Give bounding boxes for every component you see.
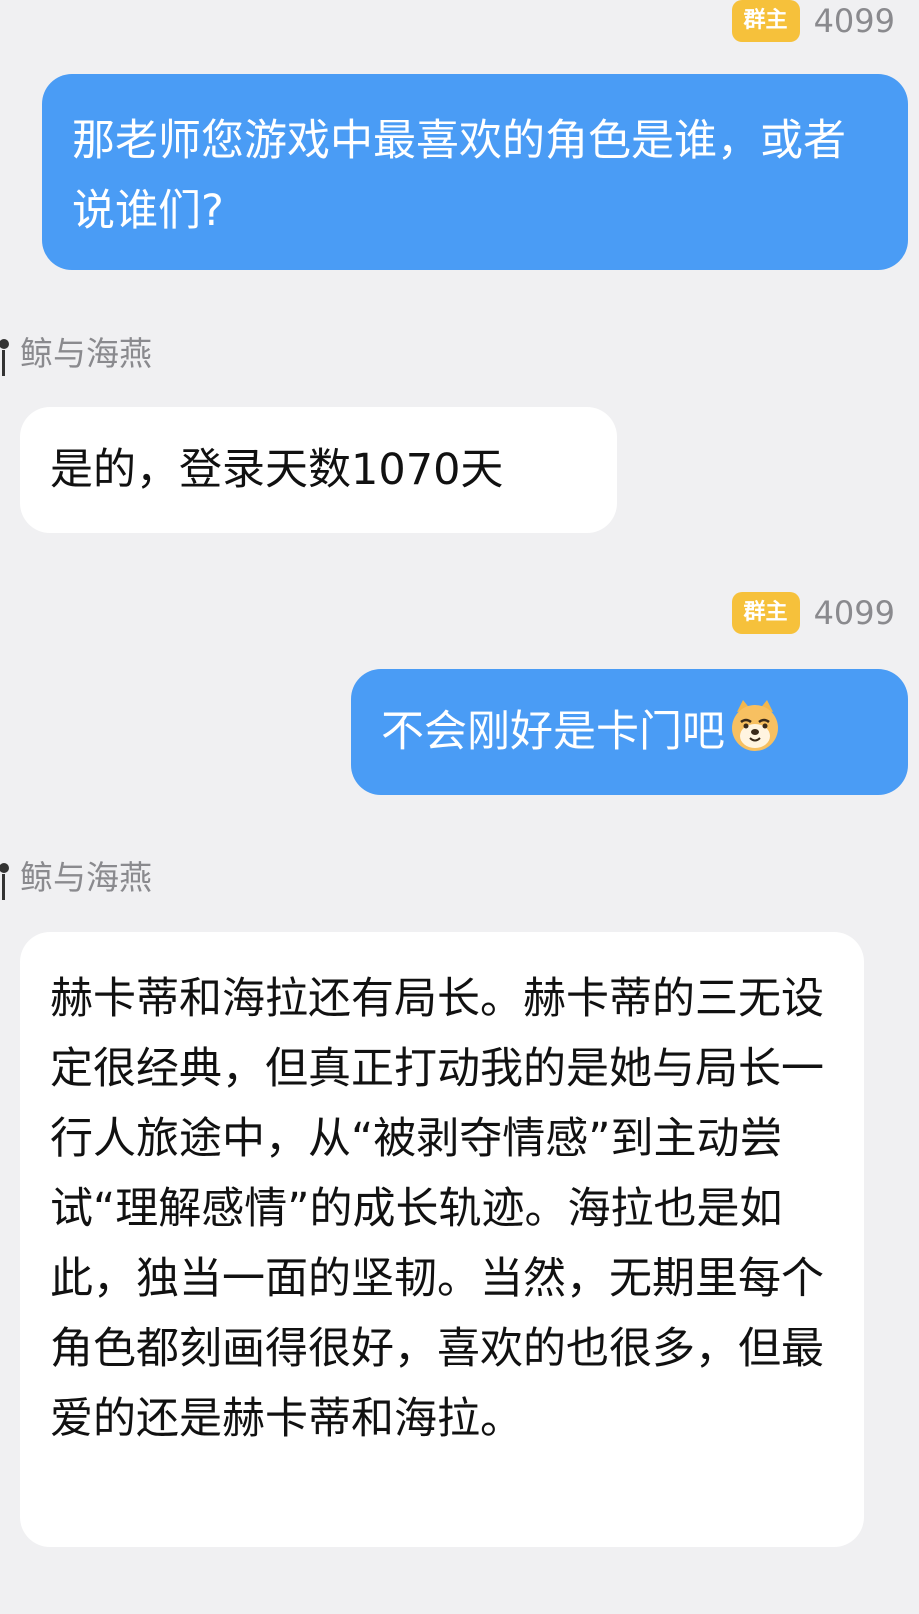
sender-nickname[interactable]: 4099	[814, 593, 895, 633]
outgoing-message-bubble[interactable]: 不会刚好是卡门吧	[351, 669, 908, 795]
message-text: 是的，登录天数1070天	[50, 445, 504, 495]
incoming-message-bubble[interactable]: 赫卡蒂和海拉还有局长。赫卡蒂的三无设定很经典，但真正打动我的是她与局长一行人旅途…	[20, 932, 864, 1547]
message-text: 不会刚好是卡门吧	[381, 707, 725, 757]
avatar-edge-icon[interactable]	[0, 330, 20, 378]
sender-header: 鲸与海燕	[0, 330, 152, 378]
message-text: 那老师您游戏中最喜欢的角色是谁，或者说谁们?	[72, 116, 846, 236]
sender-name[interactable]: 鲸与海燕	[20, 332, 152, 376]
dog-sticker-emoji	[732, 700, 778, 751]
sender-header: 鲸与海燕	[0, 854, 152, 902]
avatar-edge-icon[interactable]	[0, 854, 20, 902]
outgoing-message-bubble[interactable]: 那老师您游戏中最喜欢的角色是谁，或者说谁们?	[42, 74, 908, 270]
group-owner-badge: 群主	[731, 592, 800, 634]
sender-nickname[interactable]: 4099	[814, 1, 895, 41]
sender-name[interactable]: 鲸与海燕	[20, 856, 152, 900]
group-owner-badge: 群主	[731, 0, 800, 42]
incoming-message-bubble[interactable]: 是的，登录天数1070天	[20, 407, 617, 533]
message-meta: 群主 4099	[731, 0, 895, 42]
message-meta: 群主 4099	[731, 592, 895, 634]
message-text: 赫卡蒂和海拉还有局长。赫卡蒂的三无设定很经典，但真正打动我的是她与局长一行人旅途…	[50, 974, 824, 1444]
